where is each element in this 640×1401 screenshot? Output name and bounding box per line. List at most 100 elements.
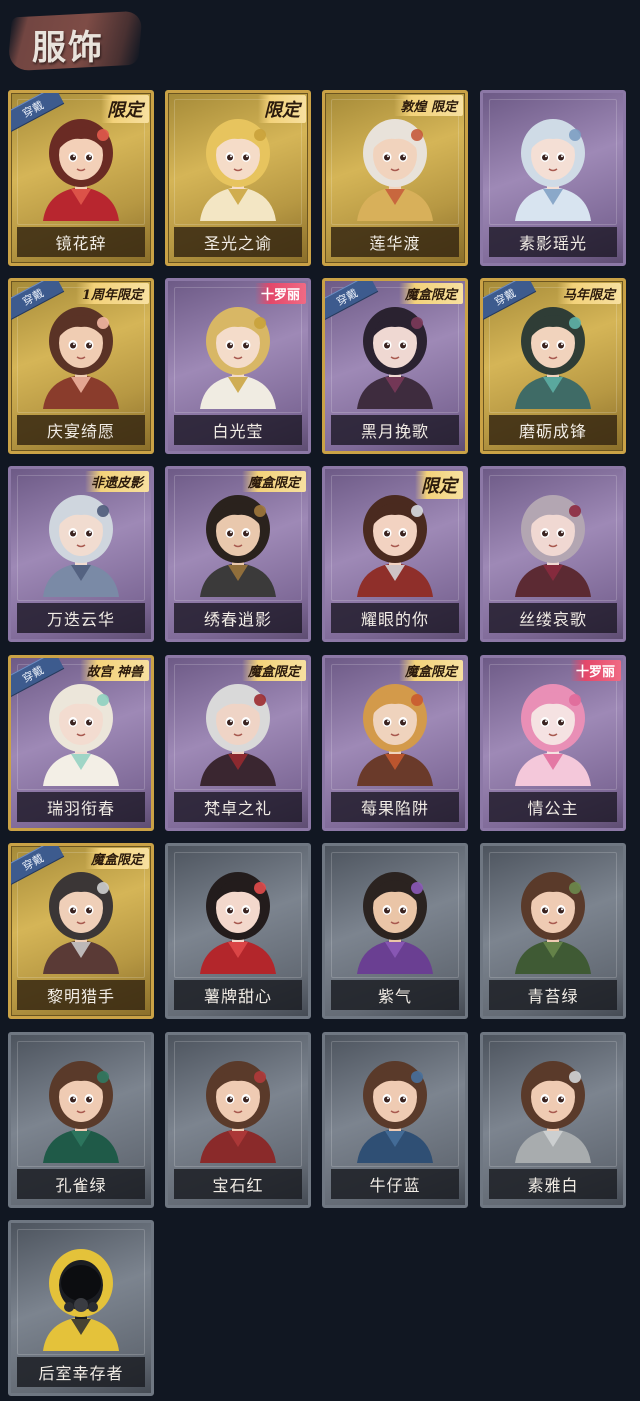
limited-tag: 魔盒限定 (241, 660, 306, 681)
costume-card[interactable]: 敦煌 限定莲华渡 (322, 90, 468, 266)
costume-name: 紫气 (377, 987, 412, 1006)
costume-name: 梵卓之礼 (203, 799, 272, 818)
name-bar: 素影瑶光 (489, 227, 617, 257)
costume-card[interactable]: 素雅白 (480, 1032, 626, 1208)
costume-card[interactable]: 穿戴 魔盒限定 黎明猎手 (8, 843, 154, 1019)
costume-card[interactable]: 穿戴 魔盒限定 黑月挽歌 (322, 278, 468, 454)
costume-name: 圣光之谕 (203, 234, 272, 253)
costume-card[interactable]: 穿戴 马年限定 磨砺成锋 (480, 278, 626, 454)
character-portrait (33, 1051, 129, 1163)
costume-name: 白光莹 (212, 422, 264, 441)
costume-card[interactable]: 素影瑶光 (480, 90, 626, 266)
limited-tag: 魔盒限定 (241, 471, 306, 492)
costume-name: 宝石红 (212, 1176, 264, 1195)
character-portrait (347, 674, 443, 786)
character-portrait (505, 862, 601, 974)
costume-name: 莲华渡 (369, 234, 421, 253)
costume-card[interactable]: 限定圣光之谕 (165, 90, 311, 266)
character-portrait (190, 674, 286, 786)
limited-tag: 非遗皮影 (84, 471, 149, 492)
costume-card[interactable]: 穿戴 限定 镜花辞 (8, 90, 154, 266)
character-portrait (347, 1051, 443, 1163)
name-bar: 庆宴绮愿 (17, 415, 145, 445)
costume-name: 黑月挽歌 (360, 422, 429, 441)
name-bar: 后室幸存者 (17, 1357, 145, 1387)
limited-tag: 敦煌 限定 (394, 95, 463, 116)
limited-tag: 魔盒限定 (84, 848, 149, 869)
character-portrait (33, 862, 129, 974)
limited-tag: 马年限定 (556, 283, 621, 304)
name-bar: 圣光之谕 (174, 227, 302, 257)
costume-name: 耀眼的你 (360, 610, 429, 629)
name-bar: 青苔绿 (489, 980, 617, 1010)
costume-name: 薯牌甜心 (203, 987, 272, 1006)
costume-name: 牛仔蓝 (369, 1176, 421, 1195)
name-bar: 莓果陷阱 (331, 792, 459, 822)
name-bar: 丝缕哀歌 (489, 603, 617, 633)
limited-tag: 十罗丽 (569, 660, 621, 681)
costume-card[interactable]: 青苔绿 (480, 843, 626, 1019)
character-portrait (347, 109, 443, 221)
limited-tag: 限定 (101, 95, 149, 123)
name-bar: 黑月挽歌 (331, 415, 459, 445)
character-portrait (33, 485, 129, 597)
name-bar: 磨砺成锋 (489, 415, 617, 445)
character-portrait (33, 297, 129, 409)
limited-tag: 故宫 神兽 (80, 660, 149, 681)
name-bar: 紫气 (331, 980, 459, 1010)
costume-grid: 穿戴 限定 镜花辞 限定 圣光之谕 敦煌 限定 莲华渡 素影瑶光 穿戴 1周年限定 庆宴绮愿 十罗丽白… (0, 0, 640, 1401)
costume-name: 丝缕哀歌 (518, 610, 587, 629)
costume-card[interactable]: 十罗丽情公主 (480, 655, 626, 831)
costume-name: 镜花辞 (55, 234, 107, 253)
limited-tag: 魔盒限定 (398, 660, 463, 681)
costume-card[interactable]: 后室幸存者 (8, 1220, 154, 1396)
costume-name: 素影瑶光 (518, 234, 587, 253)
costume-name: 莓果陷阱 (360, 799, 429, 818)
character-portrait (505, 1051, 601, 1163)
costume-card[interactable]: 丝缕哀歌 (480, 466, 626, 642)
limited-tag: 1周年限定 (75, 283, 149, 304)
costume-card[interactable]: 孔雀绿 (8, 1032, 154, 1208)
costume-card[interactable]: 魔盒限定 绣春逍影 (165, 466, 311, 642)
name-bar: 情公主 (489, 792, 617, 822)
costume-card[interactable]: 魔盒限定莓果陷阱 (322, 655, 468, 831)
costume-card[interactable]: 薯牌甜心 (165, 843, 311, 1019)
costume-card[interactable]: 限定 耀眼的你 (322, 466, 468, 642)
character-portrait (33, 109, 129, 221)
name-bar: 黎明猎手 (17, 980, 145, 1010)
character-portrait (347, 297, 443, 409)
name-bar: 素雅白 (489, 1169, 617, 1199)
character-portrait (347, 862, 443, 974)
character-portrait (347, 485, 443, 597)
costume-card[interactable]: 魔盒限定梵卓之礼 (165, 655, 311, 831)
costume-card[interactable]: 紫气 (322, 843, 468, 1019)
character-portrait (505, 297, 601, 409)
costume-name: 孔雀绿 (55, 1176, 107, 1195)
costume-card[interactable]: 牛仔蓝 (322, 1032, 468, 1208)
costume-name: 瑞羽衔春 (46, 799, 115, 818)
costume-name: 情公主 (527, 799, 579, 818)
character-portrait (33, 1239, 129, 1351)
name-bar: 牛仔蓝 (331, 1169, 459, 1199)
costume-name: 庆宴绮愿 (46, 422, 115, 441)
name-bar: 白光莹 (174, 415, 302, 445)
costume-name: 黎明猎手 (46, 987, 115, 1006)
character-portrait (190, 109, 286, 221)
costume-card[interactable]: 非遗皮影 万迭云华 (8, 466, 154, 642)
name-bar: 薯牌甜心 (174, 980, 302, 1010)
name-bar: 镜花辞 (17, 227, 145, 257)
costume-card[interactable]: 穿戴 1周年限定 庆宴绮愿 (8, 278, 154, 454)
costume-name: 素雅白 (527, 1176, 579, 1195)
costume-name: 青苔绿 (527, 987, 579, 1006)
name-bar: 莲华渡 (331, 227, 459, 257)
character-portrait (190, 862, 286, 974)
limited-tag: 十罗丽 (254, 283, 306, 304)
name-bar: 孔雀绿 (17, 1169, 145, 1199)
costume-name: 后室幸存者 (38, 1364, 124, 1383)
name-bar: 耀眼的你 (331, 603, 459, 633)
costume-card[interactable]: 宝石红 (165, 1032, 311, 1208)
costume-name: 磨砺成锋 (518, 422, 587, 441)
costume-card[interactable]: 十罗丽白光莹 (165, 278, 311, 454)
costume-card[interactable]: 穿戴 故宫 神兽 瑞羽衔春 (8, 655, 154, 831)
limited-tag: 限定 (258, 95, 306, 123)
